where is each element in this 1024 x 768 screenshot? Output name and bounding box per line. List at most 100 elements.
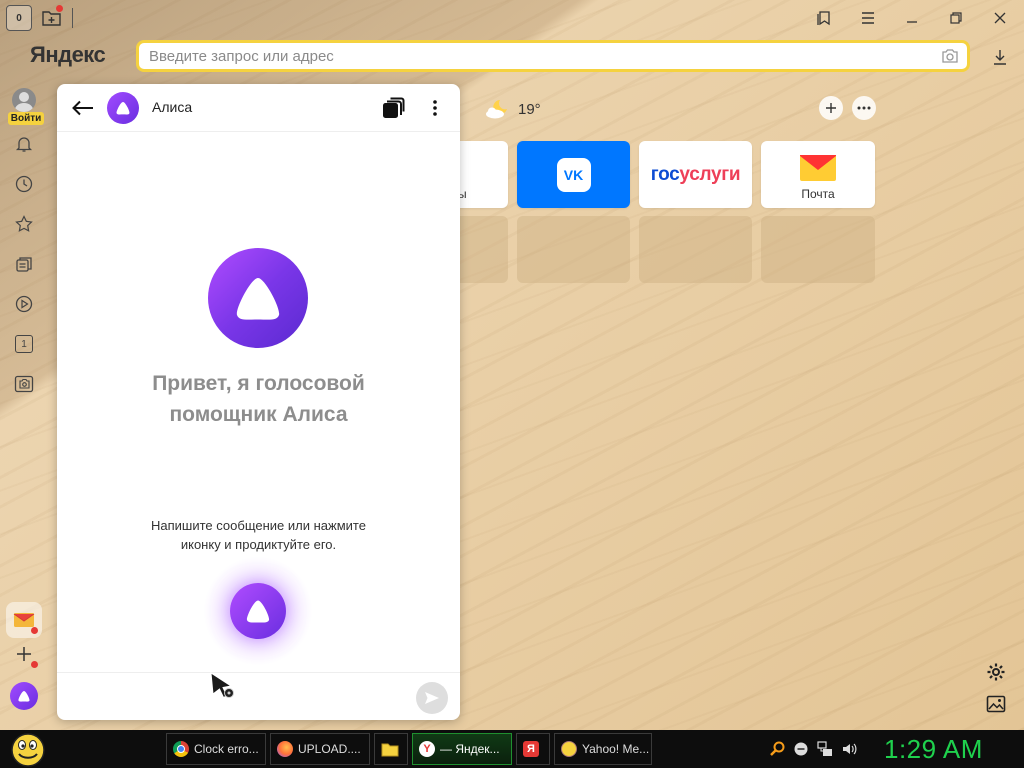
- background-gallery-button[interactable]: [984, 692, 1008, 716]
- alice-hint-line2: иконку и продиктуйте его.: [180, 537, 337, 552]
- star-icon: [15, 215, 33, 232]
- alice-logo-icon: [246, 600, 270, 623]
- tile-empty[interactable]: [517, 216, 630, 283]
- tile-vk[interactable]: VK: [517, 141, 630, 208]
- image-icon: [986, 695, 1006, 713]
- login-badge[interactable]: Войти: [8, 112, 44, 125]
- alice-logo-icon: [107, 92, 139, 124]
- gear-icon: [987, 663, 1005, 681]
- collections-icon: [817, 11, 830, 26]
- tile-empty[interactable]: [639, 216, 752, 283]
- send-icon: [425, 692, 439, 704]
- tabs-collections-button[interactable]: [10, 250, 38, 278]
- alice-message-input[interactable]: [69, 683, 409, 711]
- downloads-button[interactable]: [986, 44, 1014, 70]
- vk-logo-text: VK: [563, 166, 584, 183]
- camera-icon: [14, 375, 34, 393]
- open-tabs-count: 0: [16, 12, 22, 24]
- notifications-button[interactable]: [10, 130, 38, 158]
- counter-widget-button[interactable]: 1: [10, 330, 38, 358]
- arrow-left-icon: [72, 100, 93, 116]
- yandex-logo[interactable]: Яндекс: [30, 42, 106, 68]
- tray-search-icon[interactable]: [768, 740, 786, 758]
- tile-empty[interactable]: [761, 216, 875, 283]
- mail-widget-button[interactable]: [6, 602, 42, 638]
- taskbar-item-yandex[interactable]: Я: [516, 733, 550, 765]
- screenshot-button[interactable]: [10, 370, 38, 398]
- tile-gosuslugi[interactable]: гос услуги: [639, 141, 752, 208]
- browser-titlebar: 0: [0, 0, 1024, 36]
- menu-button[interactable]: [848, 4, 888, 32]
- video-button[interactable]: [10, 290, 38, 318]
- restore-button[interactable]: [936, 4, 976, 32]
- more-vertical-icon: [433, 100, 437, 116]
- browser-sidebar: Войти 1: [0, 84, 48, 724]
- alice-large-logo: [208, 248, 308, 348]
- windows-taskbar: Clock erro... UPLOAD.... Y — Яндек... Я …: [0, 730, 1024, 768]
- bookmarks-button[interactable]: [10, 210, 38, 238]
- moon-cloud-icon: [486, 100, 507, 119]
- download-icon: [994, 50, 1006, 65]
- add-tile-button[interactable]: [819, 96, 843, 120]
- weather-widget[interactable]: 19°: [484, 96, 541, 122]
- tray-network-icon[interactable]: [816, 740, 834, 758]
- taskbar-item-explorer[interactable]: [374, 733, 408, 765]
- alice-sidebar-button[interactable]: [6, 678, 42, 714]
- address-input[interactable]: [139, 47, 933, 65]
- tile-mail[interactable]: Почта: [761, 141, 875, 208]
- vk-logo-icon: VK: [556, 157, 591, 192]
- yandex-browser-icon: Y: [419, 741, 435, 757]
- add-sidebar-item-button[interactable]: [6, 636, 42, 672]
- alice-skills-button[interactable]: [379, 94, 407, 122]
- taskbar-item-yandex-browser[interactable]: Y — Яндек...: [412, 733, 512, 765]
- tiles-more-button[interactable]: [852, 96, 876, 120]
- tab-manager-button[interactable]: 0: [6, 5, 32, 31]
- avatar: [12, 88, 36, 112]
- play-circle-icon: [15, 295, 33, 313]
- mail-envelope-icon: [800, 155, 836, 181]
- smiley-start-icon: [11, 733, 45, 767]
- plus-icon: [17, 647, 31, 661]
- alice-panel: Алиса Привет, я голосовой помощник Алиса…: [57, 84, 460, 720]
- alice-logo-icon: [236, 278, 280, 320]
- new-tab-button[interactable]: [38, 4, 66, 32]
- mouse-cursor: [210, 672, 234, 699]
- omnibox[interactable]: [136, 40, 970, 72]
- gosuslugi-logo-part2: услуги: [679, 163, 741, 185]
- alice-hint-line1: Напишите сообщение или нажмите: [151, 518, 366, 533]
- alice-more-button[interactable]: [421, 94, 449, 122]
- alice-title: Алиса: [152, 99, 193, 115]
- folder-icon: [381, 743, 399, 757]
- taskbar-item-label: Yahoo! Me...: [582, 742, 650, 756]
- close-button[interactable]: [980, 4, 1020, 32]
- taskbar-item-chrome[interactable]: Clock erro...: [166, 733, 266, 765]
- firefox-icon: [277, 741, 293, 757]
- hamburger-icon: [862, 12, 874, 24]
- start-button[interactable]: [8, 730, 48, 768]
- taskbar-item-label: — Яндек...: [440, 742, 500, 756]
- chrome-icon: [173, 741, 189, 757]
- square-badge-value: 1: [21, 338, 27, 350]
- tray-minus-icon[interactable]: [792, 740, 810, 758]
- alice-logo-icon: [10, 682, 38, 710]
- profile-login[interactable]: Войти: [4, 88, 44, 125]
- back-button[interactable]: [69, 94, 97, 122]
- square-badge-icon: 1: [15, 335, 33, 353]
- newtab-settings-button[interactable]: [984, 660, 1008, 684]
- taskbar-item-firefox[interactable]: UPLOAD....: [270, 733, 370, 765]
- minimize-button[interactable]: [892, 4, 932, 32]
- voice-input-button[interactable]: [230, 583, 286, 639]
- taskbar-clock[interactable]: 1:29 AM: [884, 734, 983, 765]
- history-button[interactable]: [10, 170, 38, 198]
- yahoo-smiley-icon: [561, 741, 577, 757]
- bookmarks-collections-button[interactable]: [804, 4, 844, 32]
- image-search-button[interactable]: [933, 43, 967, 69]
- camera-icon: [942, 49, 958, 63]
- alice-input-row: [57, 672, 460, 720]
- notification-dot: [56, 5, 63, 12]
- alice-greeting-line1: Привет, я голосовой: [152, 372, 365, 395]
- send-button[interactable]: [416, 682, 448, 714]
- cards-stack-icon: [383, 97, 405, 118]
- tray-volume-icon[interactable]: [840, 740, 858, 758]
- taskbar-item-yahoo-messenger[interactable]: Yahoo! Me...: [554, 733, 652, 765]
